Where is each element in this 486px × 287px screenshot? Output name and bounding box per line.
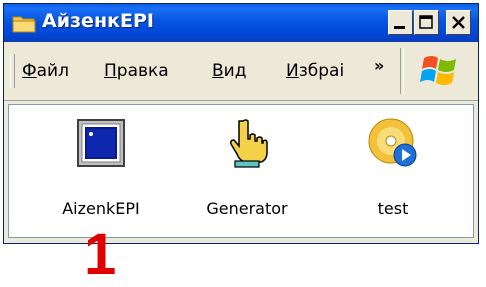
windows-logo-icon — [418, 48, 462, 92]
close-icon — [452, 16, 465, 29]
application-window-icon — [75, 117, 127, 169]
media-disc-icon — [367, 117, 419, 169]
maximize-button[interactable] — [414, 10, 439, 35]
folder-icon — [12, 13, 36, 33]
title-bar[interactable]: АйзенкEPI — [4, 4, 478, 42]
annotation-number: 1 — [84, 222, 117, 287]
minimize-icon — [394, 26, 405, 29]
file-item-generator[interactable]: Generator — [177, 105, 317, 235]
file-item-test[interactable]: test — [323, 105, 463, 235]
menu-edit-mnemonic: П — [104, 61, 117, 81]
file-label: Generator — [206, 199, 288, 218]
menu-bar: Файл Правка Вид Избраі » — [4, 42, 478, 101]
window-title: АйзенкEPI — [42, 10, 154, 32]
menu-file[interactable]: Файл — [22, 61, 69, 81]
file-item-aizenkepi[interactable]: AizenkEPI — [31, 105, 171, 235]
toolbar-grip[interactable] — [10, 54, 15, 88]
menu-file-label: айл — [36, 61, 69, 81]
maximize-icon — [419, 15, 433, 29]
file-label: AizenkEPI — [62, 199, 140, 218]
menu-favorites-label: збраі — [298, 61, 345, 81]
menu-overflow-chevron[interactable]: » — [374, 56, 384, 75]
menu-separator — [400, 48, 404, 94]
file-list-pane[interactable]: AizenkEPI Generator test — [8, 104, 474, 238]
explorer-window: АйзенкEPI Файл Правка Вид Избраі » Aizen… — [3, 3, 479, 244]
menu-view[interactable]: Вид — [212, 61, 246, 81]
hand-pointer-icon — [221, 117, 273, 169]
menu-edit-label: равка — [116, 61, 169, 81]
menu-view-mnemonic: В — [212, 61, 224, 81]
menu-favorites-mnemonic: И — [286, 61, 299, 81]
menu-favorites[interactable]: Избраі — [286, 61, 368, 81]
menu-view-label: ид — [223, 61, 247, 81]
file-label: test — [377, 199, 409, 218]
menu-file-mnemonic: Ф — [22, 61, 37, 81]
menu-edit[interactable]: Правка — [104, 61, 169, 81]
minimize-button[interactable] — [388, 10, 413, 35]
close-button[interactable] — [446, 10, 471, 35]
